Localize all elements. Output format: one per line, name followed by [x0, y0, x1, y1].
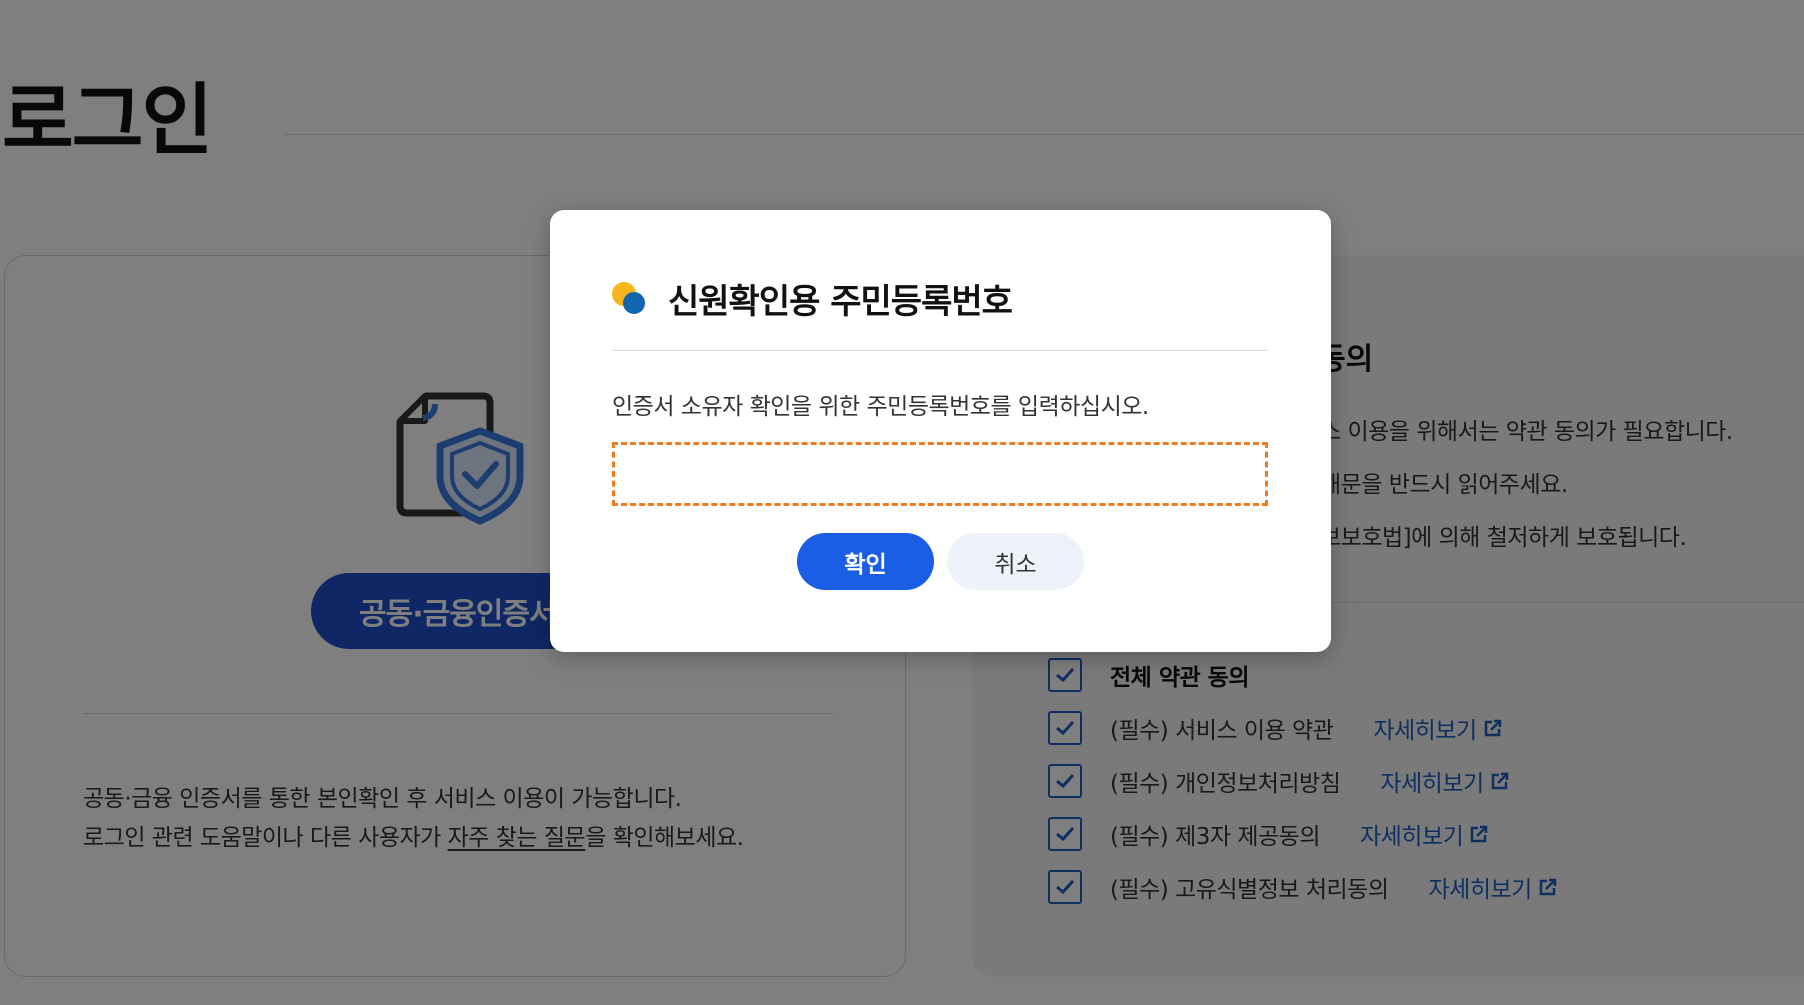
- rrn-verification-modal: 신원확인용 주민등록번호 인증서 소유자 확인을 위한 주민등록번호를 입력하십…: [550, 210, 1331, 652]
- rrn-input[interactable]: [612, 442, 1268, 506]
- modal-header: 신원확인용 주민등록번호: [612, 274, 1013, 323]
- modal-divider: [612, 350, 1268, 351]
- cancel-button[interactable]: 취소: [947, 533, 1084, 590]
- brand-dot-blue: [623, 291, 645, 314]
- modal-description: 인증서 소유자 확인을 위한 주민등록번호를 입력하십시오.: [612, 394, 1149, 420]
- brand-dots-icon: [612, 281, 646, 316]
- confirm-button[interactable]: 확인: [797, 533, 934, 590]
- modal-title: 신원확인용 주민등록번호: [668, 282, 1013, 322]
